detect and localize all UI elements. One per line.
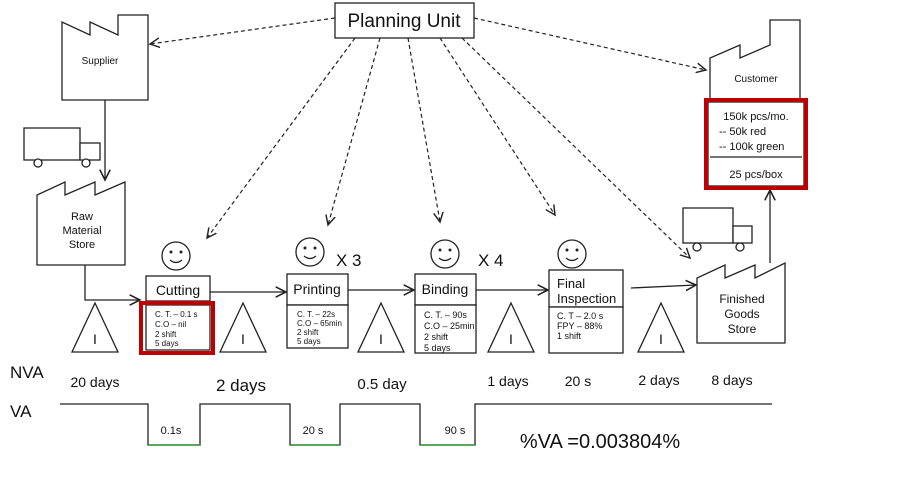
- va-percent: %VA =0.003804%: [520, 431, 681, 453]
- va-value: 20 s: [303, 425, 324, 437]
- process-final-inspection: Final Inspection C. T – 2.0 s FPY – 88% …: [548, 269, 624, 354]
- process-data: 1 shift: [557, 331, 582, 341]
- inventory-triangle: I: [218, 301, 268, 353]
- process-data: C.O – nil: [155, 320, 186, 329]
- nva-values: 20 days 2 days 0.5 day 1 days 20 s 2 day…: [70, 372, 752, 395]
- process-name: Binding: [422, 281, 469, 297]
- process-name: Cutting: [156, 282, 200, 298]
- operator-count: X 3: [336, 251, 362, 270]
- value-stream-map: Planning Unit Supplier Raw Material Stor…: [10, 2, 808, 453]
- packaging-text: 25 pcs/box: [729, 169, 783, 181]
- nva-value: 8 days: [711, 372, 752, 388]
- inventory-label: I: [509, 331, 513, 347]
- process-binding: Binding C. T. – 90s C.O – 25min 2 shift …: [414, 251, 504, 354]
- info-arrow-printing: [328, 37, 381, 225]
- finished-goods-store: Finished Goods Store: [696, 261, 786, 344]
- finished-goods-label-3: Store: [728, 322, 757, 336]
- va-label: VA: [10, 402, 32, 421]
- process-data: 2 shift: [155, 330, 177, 339]
- nva-value: 20 days: [70, 374, 119, 390]
- process-data: C.O – 65min: [297, 319, 342, 328]
- process-data: FPY – 88%: [557, 321, 602, 331]
- customer-factory: Customer: [709, 19, 801, 101]
- operator-icon: [295, 237, 325, 267]
- raw-material-label-2: Material: [62, 225, 101, 237]
- process-data: 2 shift: [297, 328, 319, 337]
- operator-count: X 4: [478, 251, 504, 270]
- planning-unit-label: Planning Unit: [347, 11, 461, 32]
- va-value: 0.1s: [161, 425, 182, 437]
- material-arrow-to-cutting: [84, 265, 140, 300]
- nva-value: 20 s: [565, 373, 591, 389]
- operator-icons: [161, 237, 587, 271]
- nva-label: NVA: [10, 363, 44, 382]
- customer-label: Customer: [734, 74, 778, 85]
- raw-material-label-1: Raw: [71, 211, 93, 223]
- info-arrow-binding: [407, 37, 440, 222]
- inventory-label: I: [241, 331, 245, 347]
- demand-text: 150k pcs/mo.: [723, 111, 788, 123]
- inventory-triangle: I: [70, 301, 120, 353]
- va-value: 90 s: [445, 425, 466, 437]
- inventory-label: I: [93, 331, 97, 347]
- finished-goods-label-2: Goods: [724, 307, 759, 321]
- process-name: Final: [557, 276, 585, 291]
- process-cutting: Cutting C. T. – 0.1 s C.O – nil 2 shift …: [139, 275, 215, 355]
- inventory-triangle: I: [356, 301, 406, 353]
- nva-value: 1 days: [487, 373, 528, 389]
- finished-goods-label-1: Finished: [719, 292, 764, 306]
- process-printing: Printing C. T. – 22s C.O – 65min 2 shift…: [286, 251, 362, 349]
- demand-text: -- 50k red: [719, 126, 766, 138]
- supplier-label: Supplier: [82, 56, 119, 67]
- truck-icon: [23, 127, 101, 168]
- raw-material-label-3: Store: [69, 239, 95, 251]
- process-data: C. T. – 90s: [424, 310, 467, 320]
- info-arrow-finished-goods: [461, 37, 690, 258]
- process-data: C. T – 2.0 s: [557, 311, 604, 321]
- info-arrow-final-inspection: [439, 37, 555, 215]
- inventory-triangle: I: [486, 301, 536, 353]
- process-data: 5 days: [297, 337, 321, 346]
- operator-icon: [557, 239, 587, 269]
- process-name: Inspection: [557, 291, 616, 306]
- process-data: 5 days: [155, 339, 179, 348]
- inventory-label: I: [379, 331, 383, 347]
- inventory-triangle: I: [636, 301, 686, 353]
- information-flow-arrows: [150, 17, 706, 258]
- process-data: 5 days: [424, 343, 451, 353]
- nva-value: 0.5 day: [357, 376, 407, 393]
- info-arrow-customer: [473, 17, 706, 70]
- process-data: C. T. – 22s: [297, 310, 335, 319]
- process-data: C. T. – 0.1 s: [155, 310, 198, 319]
- planning-unit: Planning Unit: [334, 2, 475, 39]
- process-name: Printing: [293, 281, 340, 297]
- truck-icon: [682, 207, 753, 252]
- process-data: C.O – 25min: [424, 321, 475, 331]
- nva-value: 2 days: [638, 372, 679, 388]
- inventory-label: I: [659, 331, 663, 347]
- flow-arrow: [630, 285, 696, 288]
- process-data: 2 shift: [424, 332, 449, 342]
- supplier-factory: Supplier: [61, 14, 149, 101]
- nva-value: 2 days: [216, 376, 266, 395]
- raw-material-store: Raw Material Store: [36, 180, 126, 266]
- customer-demand-box: 150k pcs/mo. -- 50k red -- 100k green 25…: [704, 98, 808, 190]
- info-arrow-supplier: [150, 17, 336, 44]
- operator-icon: [161, 241, 191, 271]
- operator-icon: [430, 239, 460, 269]
- demand-text: -- 100k green: [719, 141, 784, 153]
